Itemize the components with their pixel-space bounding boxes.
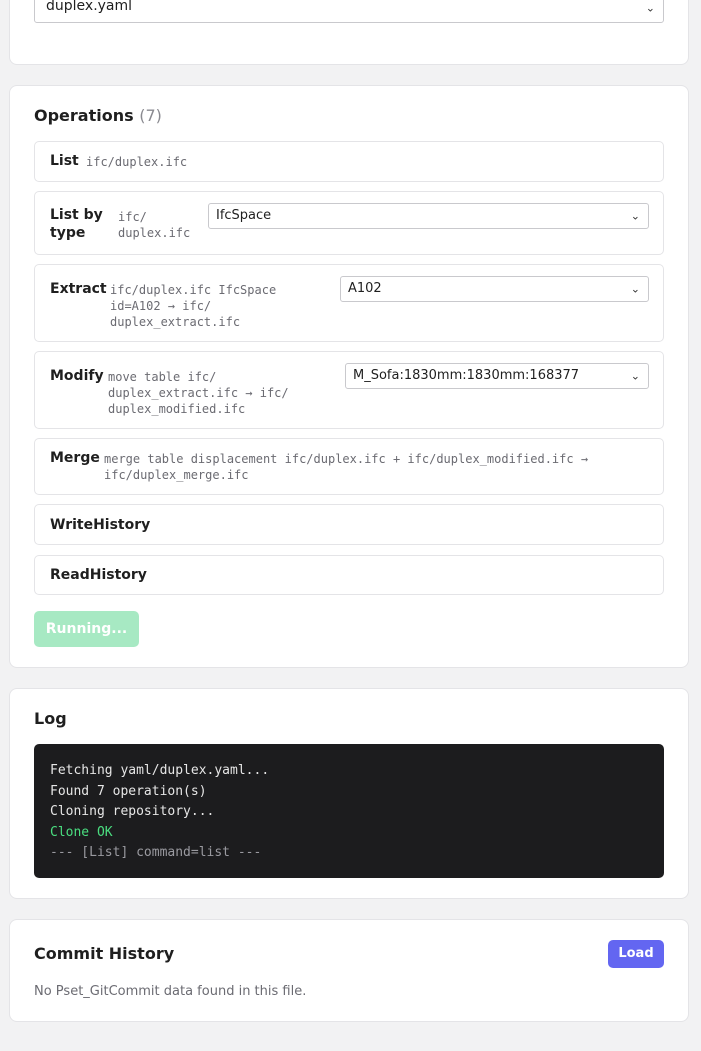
operation-list: List ifc/duplex.ifc (34, 141, 664, 182)
commit-history-card: Commit History Load No Pset_GitCommit da… (9, 919, 689, 1022)
operations-title: Operations (34, 106, 134, 125)
operation-read-history: ReadHistory (34, 555, 664, 595)
commit-history-title: Commit History (34, 944, 175, 963)
commit-history-empty-message: No Pset_GitCommit data found in this fil… (34, 984, 307, 999)
operations-card: Operations (7) List ifc/duplex.ifc List … (9, 85, 689, 668)
log-line: --- [List] command=list --- (50, 845, 262, 860)
operation-args: merge table displacement ifc/duplex.ifc … (104, 452, 589, 482)
operation-args: ifc/duplex.ifc IfcSpace id=A102 → ifc/ d… (110, 283, 277, 329)
operation-label: List (50, 153, 79, 169)
operations-count: (7) (139, 106, 162, 125)
chevron-down-icon: ⌄ (630, 209, 640, 223)
operation-args: ifc/duplex.ifc (86, 155, 188, 169)
chevron-down-icon: ⌄ (630, 369, 640, 383)
operation-args: move table ifc/ duplex_extract.ifc → ifc… (108, 370, 289, 416)
operation-list-by-type: List by type ifc/ duplex.ifc IfcSpace ⌄ (34, 191, 664, 255)
type-select-value: IfcSpace (216, 208, 272, 223)
operations-heading: Operations (7) (34, 106, 162, 125)
log-title: Log (34, 709, 67, 728)
config-card: duplex.yaml ⌄ (9, 0, 689, 65)
operation-label: Extract (50, 281, 107, 297)
log-line: Found 7 operation(s) (50, 783, 207, 799)
run-button[interactable]: Running... (34, 611, 139, 647)
operation-label: Merge (50, 450, 100, 466)
log-line: Fetching yaml/duplex.yaml... (50, 763, 270, 778)
element-select[interactable]: M_Sofa:1830mm:1830mm:168377 ⌄ (345, 363, 649, 389)
operation-extract: Extract ifc/duplex.ifc IfcSpace id=A102 … (34, 264, 664, 342)
yaml-file-select[interactable]: duplex.yaml ⌄ (34, 0, 664, 23)
space-id-select-value: A102 (348, 281, 382, 296)
operation-args: ifc/ duplex.ifc (118, 210, 191, 240)
log-line: Cloning repository... (50, 804, 215, 819)
log-line: Clone OK (50, 824, 113, 840)
operation-label: List by type (50, 207, 103, 241)
chevron-down-icon: ⌄ (645, 1, 655, 15)
yaml-file-select-value: duplex.yaml (46, 0, 133, 14)
operation-label: Modify (50, 368, 104, 384)
load-button[interactable]: Load (608, 940, 664, 968)
log-output: Fetching yaml/duplex.yaml... Found 7 ope… (34, 744, 664, 878)
space-id-select[interactable]: A102 ⌄ (340, 276, 649, 302)
operation-label: ReadHistory (50, 567, 147, 583)
element-select-value: M_Sofa:1830mm:1830mm:168377 (353, 368, 580, 383)
operation-write-history: WriteHistory (34, 504, 664, 545)
log-card: Log Fetching yaml/duplex.yaml... Found 7… (9, 688, 689, 899)
chevron-down-icon: ⌄ (630, 282, 640, 296)
operation-label: WriteHistory (50, 517, 151, 533)
operation-merge: Merge merge table displacement ifc/duple… (34, 438, 664, 495)
type-select[interactable]: IfcSpace ⌄ (208, 203, 649, 229)
operation-modify: Modify move table ifc/ duplex_extract.if… (34, 351, 664, 429)
